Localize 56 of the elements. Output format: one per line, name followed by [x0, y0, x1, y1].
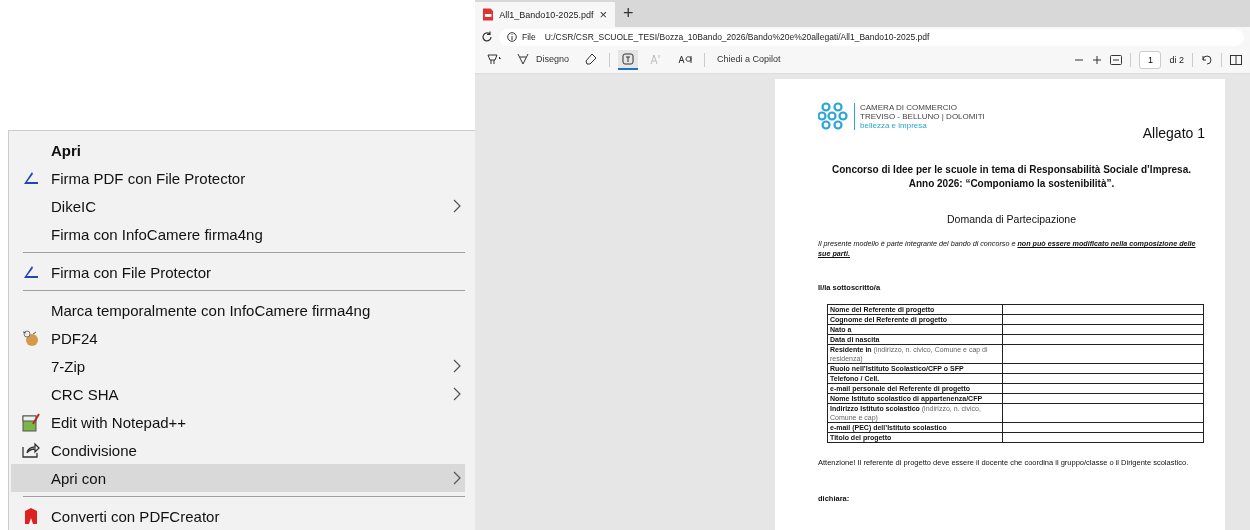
browser-tab[interactable]: All1_Bando10-2025.pdf × [475, 2, 615, 27]
triangle-pen-icon [23, 265, 39, 279]
page-total: di 2 [1169, 55, 1184, 65]
menu-item[interactable]: Firma con InfoCamere firma4ng [11, 220, 465, 248]
menu-item[interactable]: Firma PDF con File Protector [11, 164, 465, 192]
fit-width-icon[interactable] [1110, 55, 1123, 65]
menu-item[interactable]: Marca temporalmente con InfoCamere firma4ng [11, 296, 465, 324]
page-view-icon[interactable] [1230, 55, 1242, 65]
info-icon [507, 32, 517, 42]
chevron-right-icon [453, 359, 461, 373]
logo-text: bellezza e impresa [860, 120, 928, 130]
document-title: Anno 2026: “Componiamo la sostenibilità”. [907, 177, 1116, 191]
rotate-icon[interactable] [1201, 54, 1213, 66]
triangle-pen-icon [23, 171, 39, 185]
highlighter-icon [487, 53, 501, 65]
pdf-file-icon [483, 8, 494, 21]
chevron-right-icon [453, 387, 461, 401]
zoom-in-icon[interactable] [1092, 55, 1103, 65]
url-text: U:/CSR/CSR_SCUOLE_TESI/Bozza_10Bando_2026/Bando%20e%20allegati/All1_Bando10-2025.pdf [544, 32, 930, 42]
address-bar[interactable]: File U:/CSR/CSR_SCUOLE_TESI/Bozza_10Bando_2026/Bando%20e%20allegati/All1_Bando10-2025.pdf [499, 28, 1244, 46]
menu-item[interactable]: Apri [11, 136, 465, 164]
new-tab-button[interactable]: + [615, 3, 642, 27]
menu-item[interactable]: PDF24 [11, 324, 465, 352]
copilot-button[interactable]: Chiedi a Copilot [713, 50, 785, 70]
text-tool-button[interactable] [618, 50, 639, 70]
text-box-icon [622, 53, 635, 65]
chevron-right-icon [453, 199, 461, 213]
eraser-icon [585, 53, 598, 65]
menu-item[interactable]: Apri con [11, 464, 465, 492]
scheme-label: File [522, 32, 536, 42]
menu-item[interactable]: Converti con PDFCreator [11, 502, 465, 530]
reload-icon[interactable] [481, 31, 493, 43]
tab-title: All1_Bando10-2025.pdf [499, 9, 594, 20]
document-subtitle: Domanda di Partecipazione [946, 213, 1077, 225]
translate-icon [678, 53, 693, 65]
menu-item[interactable]: DikeIC [11, 192, 465, 220]
attachment-heading: Allegato 1 [1142, 125, 1205, 141]
read-aloud-icon [650, 53, 663, 65]
document-title: Concorso di Idee per le scuole in tema di Responsabilità Sociale d’Impresa. [831, 163, 1192, 177]
menu-item[interactable]: Edit with Notepad++ [11, 408, 465, 436]
menu-item[interactable]: Firma con File Protector [11, 258, 465, 286]
sheep-icon [21, 329, 41, 347]
close-tab-button[interactable]: × [599, 7, 607, 22]
notepad-icon [21, 412, 41, 432]
menu-item[interactable]: Condivisione [11, 436, 465, 464]
swirl-logo-icon [818, 101, 848, 131]
chevron-right-icon [453, 471, 461, 485]
menu-item[interactable]: 7-Zip [11, 352, 465, 380]
pen-icon [517, 53, 529, 65]
logo-text: CAMERA DI COMMERCIO [860, 102, 958, 112]
logo-text: TREVISO - BELLUNO | DOLOMITI [860, 111, 985, 121]
draw-button[interactable]: Disegno [513, 50, 574, 70]
menu-item[interactable]: CRC SHA [11, 380, 465, 408]
share-icon [22, 442, 40, 458]
pdfcreator-icon [23, 507, 39, 525]
page-number-field[interactable]: 1 [1139, 51, 1162, 69]
